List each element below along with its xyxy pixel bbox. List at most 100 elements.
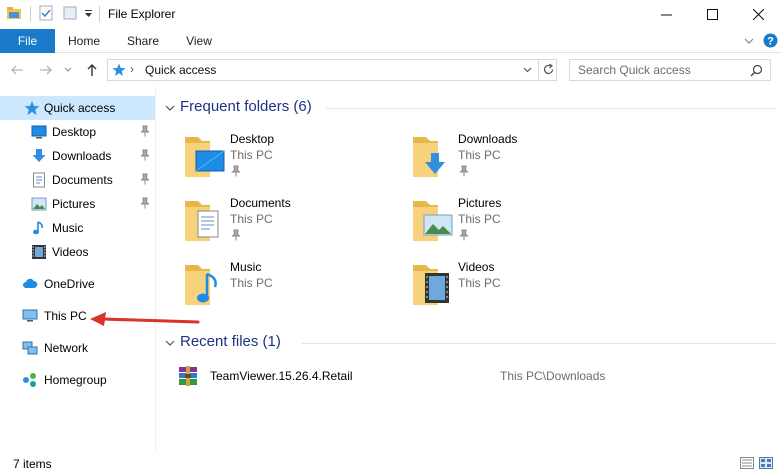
folder-location: This PC <box>230 148 273 162</box>
folder-tile-music[interactable]: Music This PC <box>184 259 404 321</box>
pictures-folder-icon <box>413 201 453 241</box>
pin-icon[interactable] <box>231 165 241 177</box>
new-folder-icon[interactable] <box>62 5 78 21</box>
address-divider <box>538 60 539 80</box>
homegroup-icon <box>23 373 36 387</box>
music-folder-icon <box>185 265 217 305</box>
close-button[interactable] <box>735 0 781 29</box>
pin-icon[interactable] <box>140 197 150 209</box>
recent-file-row[interactable]: TeamViewer.15.26.4.Retail This PC\Downlo… <box>157 364 777 388</box>
search-placeholder: Search Quick access <box>578 63 691 77</box>
minimize-button[interactable] <box>643 0 689 29</box>
title-bar: File Explorer <box>0 0 781 29</box>
sidebar-item-downloads[interactable]: Downloads <box>0 144 155 168</box>
pin-icon[interactable] <box>459 165 469 177</box>
maximize-icon <box>706 9 718 20</box>
folder-location: This PC <box>230 276 273 290</box>
window-title: File Explorer <box>108 7 176 21</box>
chevron-down-icon <box>64 67 72 72</box>
folder-name: Videos <box>458 260 495 274</box>
ribbon-tabs: File Home Share View ? <box>0 29 781 53</box>
cloud-icon <box>23 278 38 288</box>
desktop-folder-icon <box>185 137 225 177</box>
breadcrumb[interactable]: Quick access <box>145 63 216 77</box>
search-input[interactable]: Search Quick access <box>569 59 771 81</box>
up-button[interactable] <box>84 62 100 78</box>
sidebar-item-label: Network <box>44 341 89 355</box>
sidebar-item-network[interactable]: Network <box>0 336 155 360</box>
help-icon[interactable]: ? <box>763 33 778 48</box>
recent-files-header[interactable]: Recent files (1) <box>164 333 776 353</box>
sidebar-item-label: Pictures <box>52 197 96 211</box>
folder-tile-pictures[interactable]: Pictures This PC <box>412 195 632 257</box>
item-count: 7 items <box>13 457 52 471</box>
sidebar-item-label: Music <box>52 221 84 235</box>
maximize-button[interactable] <box>689 0 735 29</box>
sidebar-item-onedrive[interactable]: OneDrive <box>0 272 155 296</box>
large-icons-view-icon[interactable] <box>759 457 773 469</box>
sidebar-item-quick-access[interactable]: Quick access <box>0 96 155 120</box>
pin-icon[interactable] <box>140 149 150 161</box>
sidebar-item-pictures[interactable]: Pictures <box>0 192 155 216</box>
pin-icon[interactable] <box>140 125 150 137</box>
tab-file[interactable]: File <box>0 29 55 53</box>
sidebar-item-label: Homegroup <box>44 373 107 387</box>
sidebar-item-label: Videos <box>52 245 89 259</box>
back-button[interactable] <box>9 62 25 78</box>
folder-tile-documents[interactable]: Documents This PC <box>184 195 404 257</box>
folder-tile-videos[interactable]: Videos This PC <box>412 259 632 321</box>
breadcrumb-separator[interactable]: › <box>130 62 134 76</box>
sidebar-item-desktop[interactable]: Desktop <box>0 120 155 144</box>
sidebar-item-label: OneDrive <box>44 277 95 291</box>
sidebar-item-label: Quick access <box>44 101 116 115</box>
documents-icon <box>33 172 45 188</box>
group-heading: Recent files (1) <box>180 333 281 350</box>
group-divider <box>302 343 776 344</box>
pictures-icon <box>31 197 47 211</box>
folder-location: This PC <box>230 212 273 226</box>
address-dropdown-icon[interactable] <box>523 67 532 73</box>
tab-view[interactable]: View <box>177 29 221 53</box>
search-icon[interactable] <box>750 64 763 77</box>
customize-toolbar-icon[interactable] <box>84 9 93 18</box>
close-icon <box>752 9 764 20</box>
address-bar[interactable]: › Quick access <box>107 59 557 81</box>
videos-folder-icon <box>413 265 449 305</box>
downloads-folder-icon <box>413 137 445 177</box>
refresh-icon[interactable] <box>542 63 555 76</box>
network-icon <box>22 341 38 355</box>
group-divider <box>326 108 776 109</box>
folder-tile-desktop[interactable]: Desktop This PC <box>184 131 404 193</box>
sidebar-item-videos[interactable]: Videos <box>0 240 155 264</box>
back-arrow-icon <box>11 65 23 75</box>
expand-ribbon-icon[interactable] <box>744 37 754 45</box>
sidebar-item-music[interactable]: Music <box>0 216 155 240</box>
sidebar-item-homegroup[interactable]: Homegroup <box>0 368 155 392</box>
title-separator <box>99 6 100 22</box>
music-icon <box>33 221 43 235</box>
folder-name: Pictures <box>458 196 502 210</box>
status-bar: 7 items <box>0 453 781 473</box>
pin-icon[interactable] <box>231 229 241 241</box>
folder-location: This PC <box>458 276 501 290</box>
folder-tile-downloads[interactable]: Downloads This PC <box>412 131 632 193</box>
details-view-icon[interactable] <box>740 457 754 469</box>
winrar-archive-icon <box>179 366 197 386</box>
pin-icon[interactable] <box>459 229 469 241</box>
recent-locations-button[interactable] <box>63 62 73 78</box>
frequent-folders-header[interactable]: Frequent folders (6) <box>164 98 776 118</box>
folder-location: This PC <box>458 212 501 226</box>
address-row: › Quick access Search Quick access <box>0 53 781 87</box>
pin-icon[interactable] <box>140 173 150 185</box>
sidebar-item-documents[interactable]: Documents <box>0 168 155 192</box>
forward-button[interactable] <box>38 62 54 78</box>
forward-arrow-icon <box>40 65 52 75</box>
tab-home[interactable]: Home <box>62 29 106 53</box>
videos-icon <box>32 245 46 259</box>
minimize-icon <box>660 14 672 16</box>
tab-share[interactable]: Share <box>121 29 165 53</box>
file-path: This PC\Downloads <box>500 369 606 383</box>
pc-icon <box>22 309 38 322</box>
folder-name: Downloads <box>458 132 518 146</box>
properties-icon[interactable] <box>38 5 54 21</box>
